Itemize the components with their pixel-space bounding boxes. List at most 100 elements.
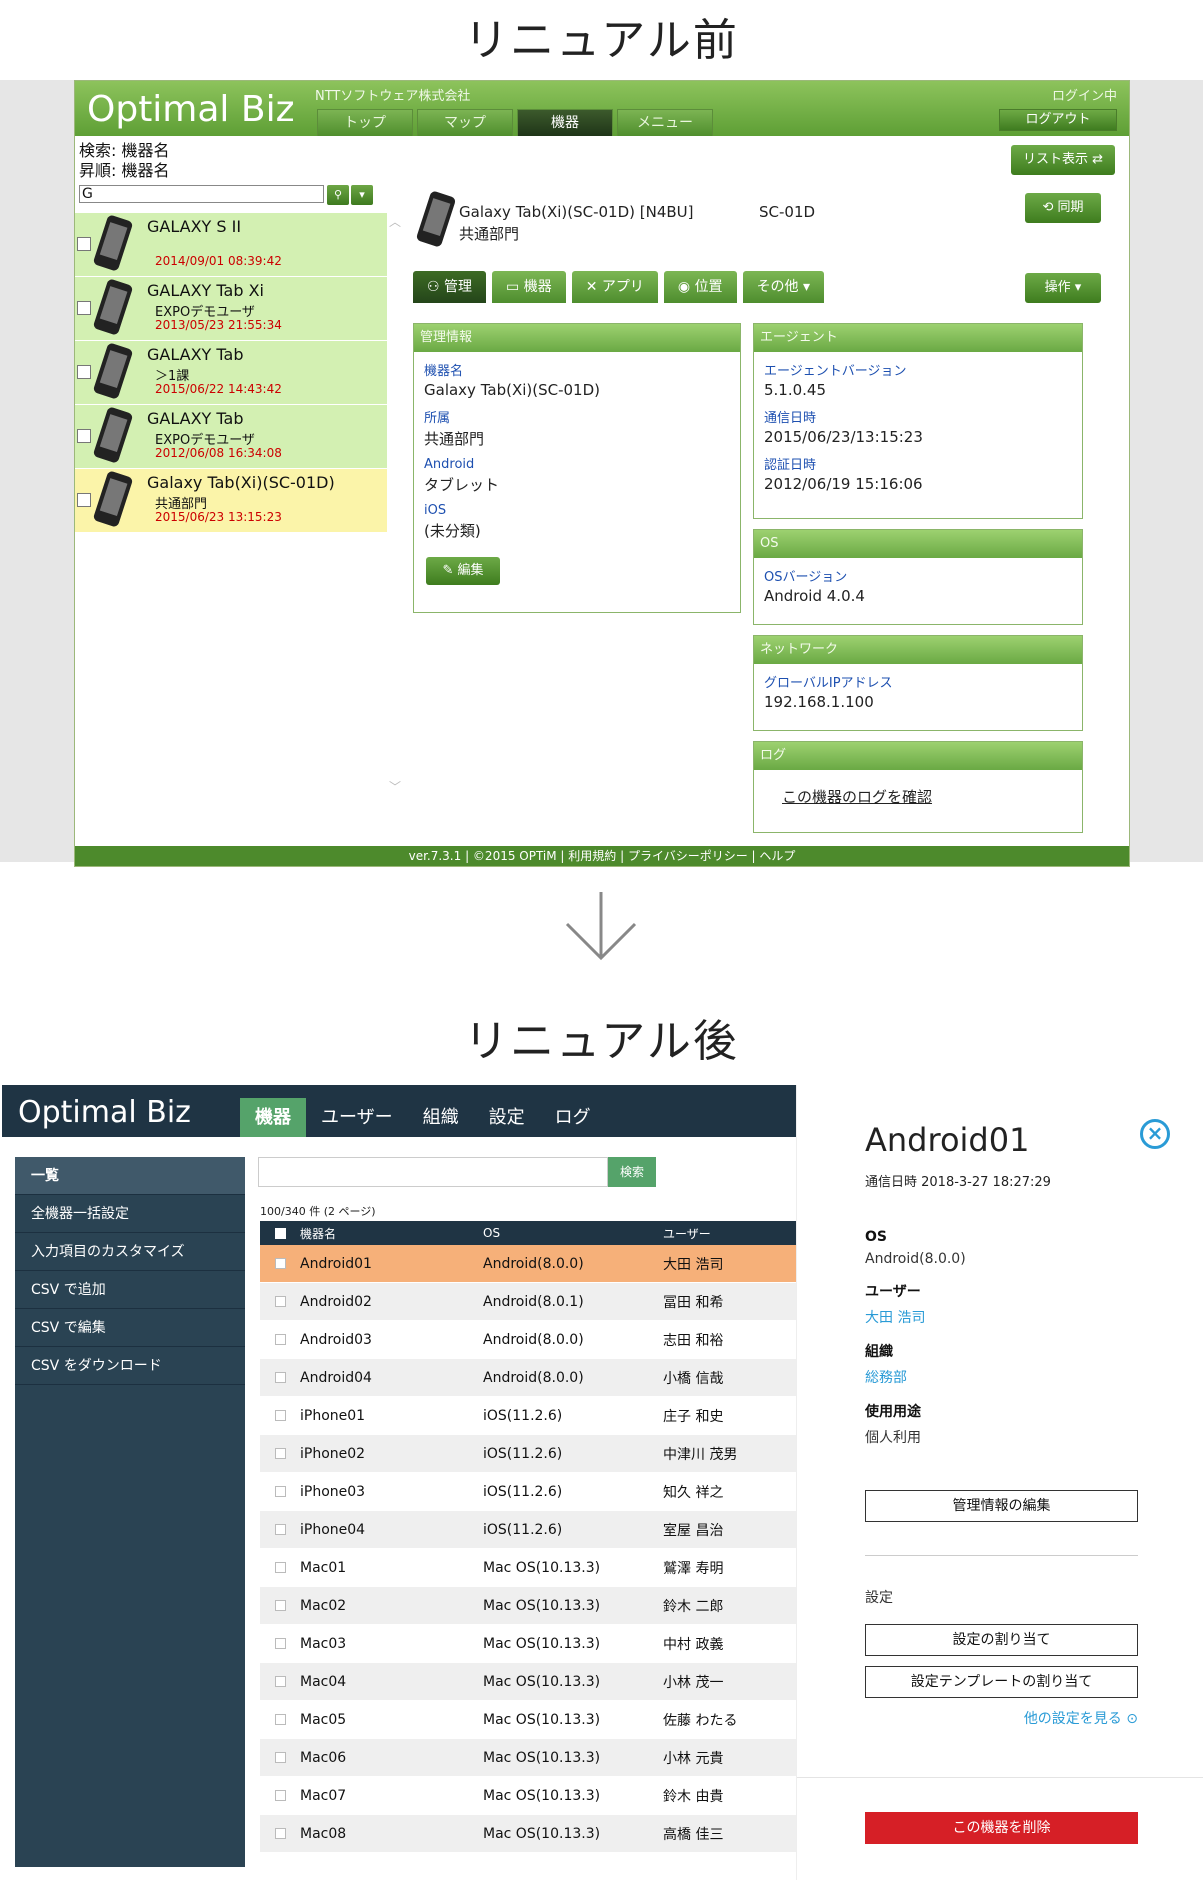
old-tab-map[interactable]: マップ — [417, 109, 513, 136]
row-checkbox[interactable] — [274, 1562, 286, 1573]
old-edit-button[interactable]: ✎ 編集 — [426, 557, 500, 585]
sidebar-item-customize-fields[interactable]: 入力項目のカスタマイズ — [15, 1233, 245, 1271]
old-device-item-selected[interactable]: Galaxy Tab(Xi)(SC-01D) 共通部門 2015/06/23 1… — [75, 469, 387, 533]
phone-icon — [92, 406, 134, 464]
old-login-status: ログイン中 — [1051, 89, 1117, 104]
row-checkbox[interactable] — [274, 1676, 286, 1687]
table-row[interactable]: iPhone03 iOS(11.2.6) 知久 祥之 — [260, 1473, 796, 1511]
sidebar-item-csv-download[interactable]: CSV をダウンロード — [15, 1347, 245, 1385]
detail-user-link[interactable]: 大田 浩司 — [865, 1307, 1145, 1327]
table-row[interactable]: Mac06 Mac OS(10.13.3) 小林 元貴 — [260, 1739, 796, 1777]
sidebar-item-csv-edit[interactable]: CSV で編集 — [15, 1309, 245, 1347]
old-device-checkbox[interactable] — [77, 237, 91, 251]
table-row[interactable]: iPhone02 iOS(11.2.6) 中津川 茂男 — [260, 1435, 796, 1473]
table-row[interactable]: Mac08 Mac OS(10.13.3) 高橋 佳三 — [260, 1815, 796, 1853]
phone-icon — [92, 278, 134, 336]
old-list-view-button[interactable]: リスト表示 ⇄ — [1011, 145, 1115, 175]
row-checkbox[interactable] — [274, 1296, 286, 1307]
row-checkbox[interactable] — [274, 1334, 286, 1345]
old-tab-top[interactable]: トップ — [317, 109, 413, 136]
new-tab-organization[interactable]: 組織 — [408, 1098, 474, 1137]
row-checkbox[interactable] — [274, 1448, 286, 1459]
sidebar-item-list[interactable]: 一覧 — [15, 1157, 245, 1195]
old-os-panel: OS OSバージョン Android 4.0.4 — [753, 529, 1083, 625]
sidebar-item-bulk-settings[interactable]: 全機器一括設定 — [15, 1195, 245, 1233]
table-row[interactable]: Android03 Android(8.0.0) 志田 和裕 — [260, 1321, 796, 1359]
old-subtab-location[interactable]: ◉ 位置 — [663, 271, 737, 303]
old-tab-devices[interactable]: 機器 — [517, 109, 613, 136]
new-tab-devices[interactable]: 機器 — [240, 1098, 306, 1137]
old-operation-button[interactable]: 操作 ▾ — [1025, 273, 1101, 303]
column-header-os[interactable]: OS — [483, 1226, 663, 1240]
new-search-button[interactable]: 検索 — [608, 1157, 656, 1187]
old-device-checkbox[interactable] — [77, 365, 91, 379]
assign-template-button[interactable]: 設定テンプレートの割り当て — [865, 1666, 1138, 1698]
old-logout-button[interactable]: ログアウト — [999, 109, 1117, 131]
old-device-item[interactable]: GALAXY Tab EXPOデモユーザ 2012/06/08 16:34:08 — [75, 405, 387, 469]
row-checkbox[interactable] — [274, 1372, 286, 1383]
new-tab-logs[interactable]: ログ — [540, 1098, 606, 1137]
table-row[interactable]: Mac01 Mac OS(10.13.3) 鷲澤 寿明 — [260, 1549, 796, 1587]
old-list-scrollbar[interactable]: ︿ ﹀ — [387, 213, 403, 794]
delete-device-button[interactable]: この機器を削除 — [865, 1812, 1138, 1844]
old-log-link[interactable]: この機器のログを確認 — [782, 786, 1082, 807]
table-row[interactable]: Mac05 Mac OS(10.13.3) 佐藤 わたる — [260, 1701, 796, 1739]
detail-organization-link[interactable]: 総務部 — [865, 1367, 1145, 1387]
old-sync-button[interactable]: ⟲ 同期 — [1025, 193, 1101, 223]
table-row-selected[interactable]: Android01 Android(8.0.0) 大田 浩司 — [260, 1245, 796, 1283]
old-tab-menu[interactable]: メニュー — [617, 109, 713, 136]
row-checkbox[interactable] — [274, 1524, 286, 1535]
row-checkbox[interactable] — [274, 1600, 286, 1611]
old-device-checkbox[interactable] — [77, 301, 91, 315]
table-row[interactable]: iPhone04 iOS(11.2.6) 室屋 昌治 — [260, 1511, 796, 1549]
row-checkbox[interactable] — [274, 1828, 286, 1839]
table-row[interactable]: Android04 Android(8.0.0) 小橋 信哉 — [260, 1359, 796, 1397]
close-icon[interactable]: × — [1140, 1119, 1170, 1149]
panel-title: ネットワーク — [754, 636, 1082, 664]
old-subtab-apps[interactable]: ✕ アプリ — [571, 271, 658, 303]
select-all-checkbox[interactable] — [274, 1227, 286, 1239]
old-subtab-management[interactable]: ⚇ 管理 — [413, 271, 487, 303]
old-subtab-other[interactable]: その他 ▾ — [742, 271, 825, 303]
cell-user: 鈴木 二郎 — [663, 1598, 724, 1615]
table-row[interactable]: iPhone01 iOS(11.2.6) 庄子 和史 — [260, 1397, 796, 1435]
cell-os: iOS(11.2.6) — [483, 1521, 563, 1538]
table-row[interactable]: Mac02 Mac OS(10.13.3) 鈴木 二郎 — [260, 1587, 796, 1625]
table-row[interactable]: Mac07 Mac OS(10.13.3) 鈴木 由貴 — [260, 1777, 796, 1815]
table-row[interactable]: Mac03 Mac OS(10.13.3) 中村 政義 — [260, 1625, 796, 1663]
assign-settings-button[interactable]: 設定の割り当て — [865, 1624, 1138, 1656]
old-device-item[interactable]: GALAXY Tab ＞1課 2015/06/22 14:43:42 — [75, 341, 387, 405]
cell-name: Mac02 — [300, 1597, 347, 1614]
edit-management-info-button[interactable]: 管理情報の編集 — [865, 1490, 1138, 1522]
column-header-user[interactable]: ユーザー — [663, 1225, 796, 1242]
row-checkbox[interactable] — [274, 1638, 286, 1649]
old-detail-tabs: ⚇ 管理 ▭ 機器 ✕ アプリ ◉ 位置 その他 ▾ — [413, 271, 825, 303]
row-checkbox[interactable] — [274, 1486, 286, 1497]
old-search-icon[interactable]: ⚲ — [327, 185, 349, 205]
table-row[interactable]: Mac04 Mac OS(10.13.3) 小林 茂一 — [260, 1663, 796, 1701]
sidebar-item-csv-add[interactable]: CSV で追加 — [15, 1271, 245, 1309]
old-search-input[interactable]: G — [79, 185, 324, 203]
row-checkbox[interactable] — [274, 1714, 286, 1725]
new-search-input[interactable] — [258, 1157, 608, 1187]
old-device-item[interactable]: GALAXY Tab Xi EXPOデモユーザ 2013/05/23 21:55… — [75, 277, 387, 341]
row-checkbox[interactable] — [274, 1410, 286, 1421]
old-device-list: GALAXY S II 2014/09/01 08:39:42 GALAXY T… — [75, 213, 387, 533]
cell-user: 知久 祥之 — [663, 1484, 724, 1501]
old-device-checkbox[interactable] — [77, 493, 91, 507]
new-tab-settings[interactable]: 設定 — [474, 1098, 540, 1137]
old-ui-window: Optimal Biz NTTソフトウェア株式会社 ログイン中 ログアウト トッ… — [74, 80, 1130, 867]
row-checkbox[interactable] — [274, 1258, 286, 1269]
new-tab-users[interactable]: ユーザー — [306, 1098, 408, 1137]
column-header-name[interactable]: 機器名 — [300, 1225, 483, 1242]
old-subtab-device[interactable]: ▭ 機器 — [492, 271, 566, 303]
cell-user: 中津川 茂男 — [663, 1446, 738, 1463]
old-device-checkbox[interactable] — [77, 429, 91, 443]
row-checkbox[interactable] — [274, 1752, 286, 1763]
old-dropdown-icon[interactable]: ▾ — [351, 185, 373, 205]
row-checkbox[interactable] — [274, 1790, 286, 1801]
more-settings-link[interactable]: 他の設定を見る ⊙ — [865, 1708, 1138, 1728]
old-device-item[interactable]: GALAXY S II 2014/09/01 08:39:42 — [75, 213, 387, 277]
old-management-panel: 管理情報 機器名 Galaxy Tab(Xi)(SC-01D) 所属 共通部門 … — [413, 323, 741, 613]
table-row[interactable]: Android02 Android(8.0.1) 冨田 和希 — [260, 1283, 796, 1321]
